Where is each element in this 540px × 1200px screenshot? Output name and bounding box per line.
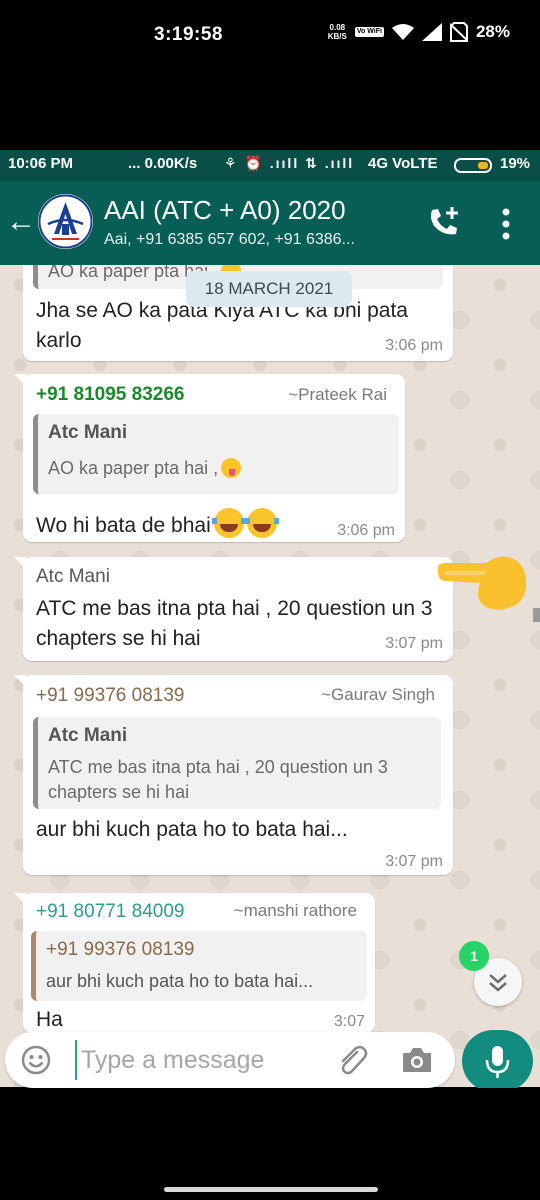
inner-status-bar: 10:06 PM ... 0.00K/s ⚘ ⏰ .ııll ⇅ .ııll 4… bbox=[0, 150, 540, 181]
no-sim-icon bbox=[449, 22, 468, 42]
more-options-icon[interactable] bbox=[496, 207, 516, 241]
microphone-icon bbox=[485, 1046, 510, 1078]
inner-network-type: 4G VoLTE bbox=[368, 155, 438, 172]
sender-name: ~manshi rathore bbox=[233, 901, 357, 920]
message-time: 3:07 pm bbox=[385, 853, 443, 870]
sender-number[interactable]: +91 80771 84009 bbox=[36, 901, 184, 923]
quoted-message[interactable]: Atc Mani AO ka paper pta hai , bbox=[33, 414, 399, 494]
sender-number[interactable]: +91 99376 08139 bbox=[36, 685, 184, 707]
date-chip: 18 MARCH 2021 bbox=[186, 271, 352, 307]
quoted-message[interactable]: Atc Mani ATC me bas itna pta hai , 20 qu… bbox=[33, 717, 441, 809]
sender-number[interactable]: +91 81095 83266 bbox=[36, 384, 184, 406]
chat-header: ← AAI (ATC + A0) 2020 Aai, +91 6385 657 … bbox=[0, 181, 540, 265]
message-input[interactable] bbox=[75, 1040, 315, 1080]
message-composer bbox=[5, 1032, 455, 1088]
inner-status-icons: ⚘ ⏰ .ııll ⇅ .ııll bbox=[224, 155, 355, 171]
chat-area[interactable]: 18 MARCH 2021 AO ka paper pta hai , Jha … bbox=[0, 265, 540, 1087]
message-time: 3:06 pm bbox=[337, 522, 395, 539]
message-text: aur bhi kuch pata ho to bata hai... bbox=[36, 818, 348, 841]
phone-status-icons: 0.08 KB/S Vo WiFi 28% bbox=[328, 22, 510, 42]
message-text: Ha bbox=[36, 1008, 63, 1031]
sender-name: ~Gaurav Singh bbox=[321, 685, 435, 704]
aai-logo-icon bbox=[38, 194, 93, 249]
signal-icon bbox=[421, 23, 442, 41]
message-bubble[interactable]: +91 99376 08139 ~Gaurav Singh Atc Mani A… bbox=[14, 675, 453, 875]
quoted-author: Atc Mani bbox=[48, 725, 128, 746]
message-text: Wo hi bata de bhai bbox=[36, 508, 279, 541]
message-bubble[interactable]: Atc Mani ATC me bas itna pta hai , 20 qu… bbox=[14, 557, 453, 661]
message-bubble[interactable]: +91 80771 84009 ~manshi rathore +91 9937… bbox=[14, 893, 375, 1033]
group-title[interactable]: AAI (ATC + A0) 2020 bbox=[104, 195, 346, 226]
attach-icon[interactable] bbox=[335, 1044, 369, 1078]
message-bubble[interactable]: +91 81095 83266 ~Prateek Rai Atc Mani AO… bbox=[14, 374, 405, 542]
phone-status-bar: 3:19:58 0.08 KB/S Vo WiFi 28% bbox=[0, 0, 540, 150]
emoji-icon[interactable] bbox=[21, 1045, 51, 1075]
quoted-text: ATC me bas itna pta hai , 20 question un… bbox=[48, 757, 388, 802]
vowifi-icon: Vo WiFi bbox=[354, 27, 384, 37]
quoted-text: AO ka paper pta hai , bbox=[48, 456, 242, 481]
sender-name[interactable]: Atc Mani bbox=[36, 566, 110, 588]
group-participants[interactable]: Aai, +91 6385 657 602, +91 6386... bbox=[104, 231, 355, 249]
quoted-text: aur bhi kuch pata ho to bata hai... bbox=[46, 971, 314, 991]
quoted-author: Atc Mani bbox=[48, 422, 128, 443]
add-call-icon[interactable] bbox=[426, 205, 462, 241]
message-time: 3:07 bbox=[333, 1013, 365, 1030]
phone-bottom-area bbox=[0, 1088, 540, 1200]
unread-count-badge: 1 bbox=[459, 941, 489, 971]
voice-message-button[interactable] bbox=[462, 1030, 533, 1092]
laughing-emoji-icon bbox=[211, 508, 246, 538]
pointing-hand-icon bbox=[437, 556, 526, 610]
back-arrow-icon[interactable]: ← bbox=[6, 205, 36, 239]
inner-battery-percent: 19% bbox=[500, 155, 531, 172]
message-time: 3:07 pm bbox=[385, 635, 443, 652]
phone-clock: 3:19:58 bbox=[154, 24, 223, 45]
camera-icon[interactable] bbox=[401, 1045, 433, 1075]
scroll-indicator[interactable] bbox=[533, 608, 540, 622]
inner-network-speed: ... 0.00K/s bbox=[128, 155, 198, 172]
sender-name: ~Prateek Rai bbox=[288, 385, 387, 404]
group-avatar[interactable] bbox=[38, 194, 93, 249]
quoted-author: +91 99376 08139 bbox=[46, 939, 195, 960]
inner-battery-icon bbox=[454, 158, 492, 173]
wink-emoji-icon bbox=[221, 458, 242, 478]
message-time: 3:06 pm bbox=[385, 337, 443, 354]
wifi-icon bbox=[391, 24, 414, 40]
quoted-message[interactable]: +91 99376 08139 aur bhi kuch pata ho to … bbox=[31, 931, 367, 1001]
inner-clock: 10:06 PM bbox=[8, 155, 74, 172]
network-speed: 0.08 KB/S bbox=[327, 23, 347, 41]
phone-battery-percent: 28% bbox=[475, 22, 510, 41]
gesture-home-bar[interactable] bbox=[164, 1187, 378, 1192]
laughing-emoji-icon bbox=[244, 508, 279, 538]
